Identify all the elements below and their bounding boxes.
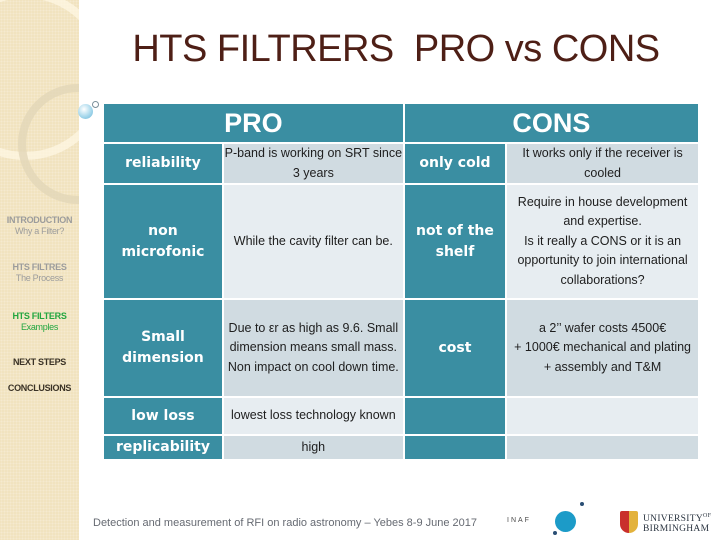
cons-key: cost — [404, 300, 506, 396]
cons-key: not of the shelf — [404, 185, 506, 298]
cons-value: It works only if the receiver is cooled — [507, 144, 698, 183]
sidebar-item-conclusions[interactable]: CONCLUSIONS — [0, 383, 79, 394]
pro-key: non microfonic — [104, 185, 222, 298]
footer-text: Detection and measurement of RFI on radi… — [93, 517, 478, 529]
inaf-logo-dot — [580, 502, 584, 506]
inaf-logo-text: INAF — [507, 517, 531, 524]
pro-key: replicability — [104, 436, 222, 459]
university-crest-icon — [620, 511, 638, 533]
sidebar-item-title: HTS FILTERS — [12, 311, 67, 321]
cons-value: a 2’’ wafer costs 4500€ + 1000€ mechanic… — [507, 300, 698, 396]
bubble-icon — [78, 104, 93, 119]
sidebar-item-next-steps[interactable]: NEXT STEPS — [0, 357, 79, 368]
university-logo: UNIVERSITYOF BIRMINGHAM — [643, 511, 711, 534]
cons-key — [404, 398, 506, 434]
slide-title: HTS FILTRERS PRO vs CONS — [132, 28, 660, 70]
sidebar-item-subtitle: The Process — [15, 273, 64, 283]
pro-key: low loss — [104, 398, 222, 434]
sidebar-item-title: NEXT STEPS — [12, 357, 66, 367]
pro-value: P-band is working on SRT since 3 years — [223, 144, 403, 183]
pro-key: reliability — [104, 144, 222, 183]
university-line1: UNIVERSITY — [643, 514, 703, 525]
inaf-logo-icon — [555, 511, 576, 532]
sidebar-item-title: INTRODUCTION — [6, 215, 73, 225]
university-line2: BIRMINGHAM — [643, 524, 710, 535]
pro-value: Due to εr as high as 9.6. Small dimensio… — [223, 300, 403, 396]
table-header-row: PRO CONS — [104, 104, 698, 142]
pro-value: high — [223, 436, 403, 459]
sidebar-item-hts-filtres[interactable]: HTS FILTRES The Process — [0, 262, 79, 284]
cons-value — [507, 398, 698, 434]
inaf-logo-dot — [553, 531, 557, 535]
cons-header: CONS — [404, 104, 698, 142]
pro-header: PRO — [104, 104, 403, 142]
sidebar-item-subtitle: Examples — [20, 322, 59, 332]
cons-value — [507, 436, 698, 459]
cons-value: Require in house development and experti… — [507, 185, 698, 298]
sidebar-item-hts-filters[interactable]: HTS FILTERS Examples — [0, 311, 79, 333]
sidebar-item-introduction[interactable]: INTRODUCTION Why a Filter? — [0, 215, 79, 237]
ring-icon — [92, 101, 99, 108]
university-of: OF — [703, 513, 712, 519]
cons-key: only cold — [404, 144, 506, 183]
table-row: replicability high — [104, 436, 698, 459]
table-row: reliability P-band is working on SRT sin… — [104, 144, 698, 183]
pro-value: While the cavity filter can be. — [223, 185, 403, 298]
table-row: non microfonic While the cavity filter c… — [104, 185, 698, 298]
sidebar-item-title: CONCLUSIONS — [7, 383, 72, 393]
table-row: Small dimension Due to εr as high as 9.6… — [104, 300, 698, 396]
table-row: low loss lowest loss technology known — [104, 398, 698, 434]
pro-value: lowest loss technology known — [223, 398, 403, 434]
sidebar-item-subtitle: Why a Filter? — [14, 226, 65, 236]
sidebar-item-title: HTS FILTRES — [12, 262, 67, 272]
cons-key — [404, 436, 506, 459]
pro-cons-table: PRO CONS reliability P-band is working o… — [102, 102, 700, 461]
pro-key: Small dimension — [104, 300, 222, 396]
